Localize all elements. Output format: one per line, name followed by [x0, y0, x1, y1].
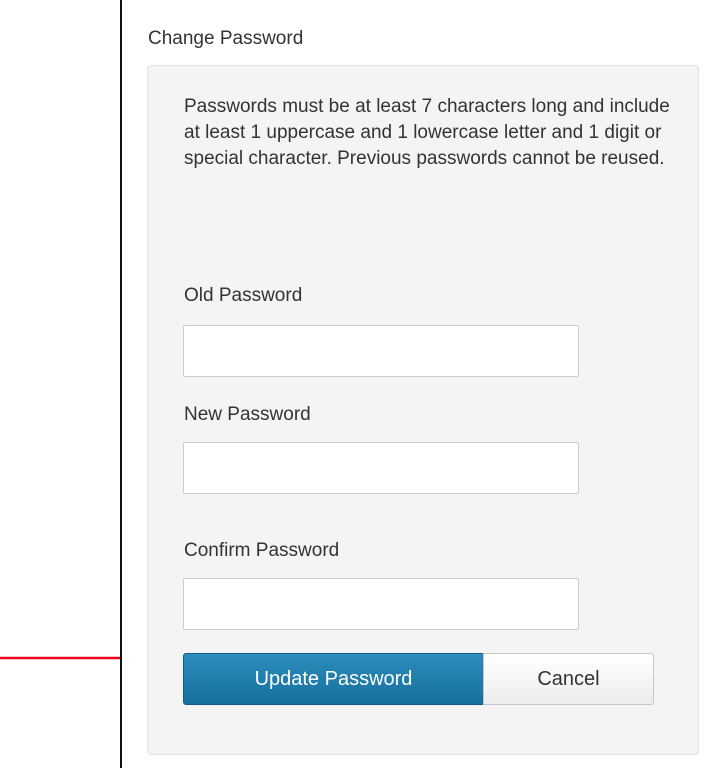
confirm-password-label: Confirm Password: [184, 540, 340, 561]
password-requirements-text: Passwords must be at least 7 characters …: [184, 96, 670, 169]
cancel-button[interactable]: Cancel: [483, 653, 654, 705]
new-password-label: New Password: [184, 404, 311, 425]
confirm-password-input[interactable]: [183, 578, 579, 630]
old-password-label: Old Password: [184, 285, 303, 306]
change-password-panel: Passwords must be at least 7 characters …: [147, 65, 699, 755]
page-title: Change Password: [148, 28, 304, 49]
update-password-button[interactable]: Update Password: [183, 653, 484, 705]
old-password-input[interactable]: [183, 325, 579, 377]
new-password-input[interactable]: [183, 442, 579, 494]
change-password-container: Change Password Passwords must be at lea…: [120, 0, 709, 768]
